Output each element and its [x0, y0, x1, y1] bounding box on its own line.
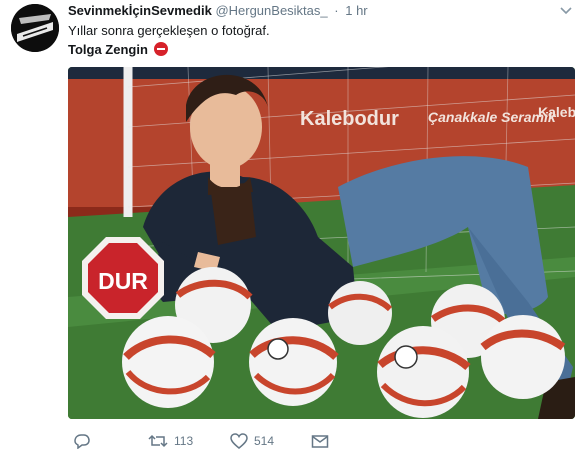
- tweet-timestamp[interactable]: 1 hr: [345, 3, 367, 18]
- reply-icon: [74, 434, 90, 449]
- user-handle[interactable]: @HergunBesiktas_: [215, 3, 327, 18]
- like-button[interactable]: 514: [230, 433, 274, 449]
- heart-icon: [230, 433, 248, 449]
- tweet-text-line2: Tolga Zengin: [68, 42, 148, 57]
- retweet-count: 113: [174, 434, 194, 448]
- separator-dot: ·: [334, 3, 339, 18]
- tweet-text-line1: Yıllar sonra gerçekleşen o fotoğraf.: [68, 23, 270, 38]
- tweet-header: SevinmekİçinSevmedik @HergunBesiktas_ · …: [68, 3, 368, 18]
- stop-sign-text: DUR: [98, 268, 148, 294]
- dm-button[interactable]: [311, 433, 329, 449]
- tweet-text: Yıllar sonra gerçekleşen o fotoğraf. Tol…: [68, 21, 270, 59]
- avatar[interactable]: [11, 4, 59, 52]
- display-name[interactable]: SevinmekİçinSevmedik: [68, 3, 212, 18]
- reply-button[interactable]: [72, 433, 90, 449]
- tweet-photo[interactable]: Kalebodur Çanakkale Seramik Kalebodur DU…: [68, 67, 575, 419]
- ad-board-3: Kalebodur: [538, 104, 575, 120]
- envelope-icon: [311, 435, 329, 448]
- like-count: 514: [254, 434, 275, 448]
- avatar-logo: [11, 4, 59, 52]
- ad-board-1: Kalebodur: [300, 108, 399, 130]
- retweet-icon: [148, 434, 168, 448]
- retweet-button[interactable]: 113: [148, 433, 193, 449]
- no-entry-icon: [153, 42, 168, 56]
- chevron-down-icon[interactable]: [560, 4, 572, 18]
